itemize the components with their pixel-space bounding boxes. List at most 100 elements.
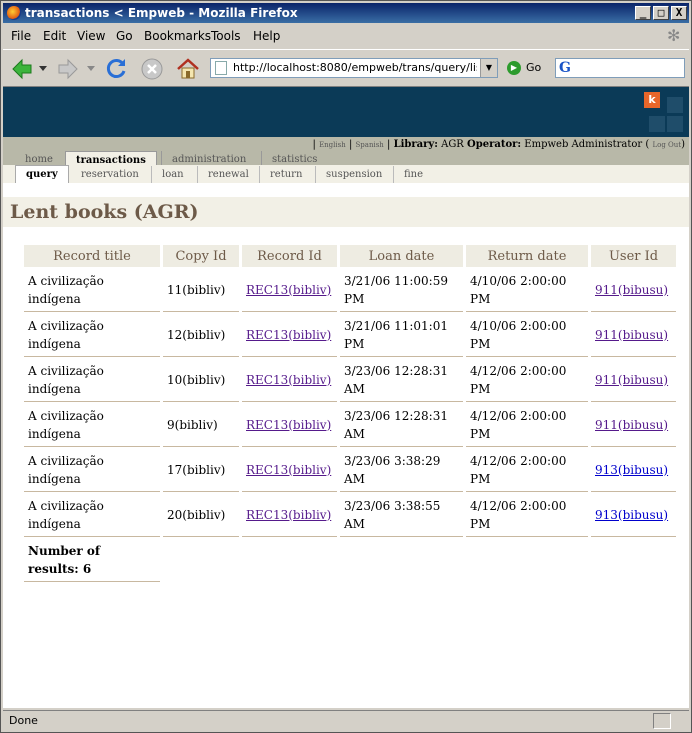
close-button[interactable]: X — [671, 6, 687, 20]
back-dropdown-icon[interactable] — [39, 66, 47, 72]
user-id-link[interactable]: 911(bibusu) — [595, 328, 668, 342]
menu-tools[interactable]: Tools — [211, 25, 241, 47]
cell-user-id: 911(bibusu) — [591, 403, 676, 447]
page-title: Lent books (AGR) — [3, 197, 689, 227]
cell-record-id: REC13(bibliv) — [242, 448, 337, 492]
home-icon[interactable] — [175, 56, 201, 82]
record-id-link[interactable]: REC13(bibliv) — [246, 508, 331, 522]
cell-loan-date: 3/23/06 3:38:55 AM — [340, 493, 463, 537]
logo-square — [649, 116, 665, 132]
menu-bar: File Edit View Go Bookmarks Tools Help — [3, 25, 689, 47]
library-label: Library: — [393, 139, 438, 150]
cell-copy-id: 11(bibliv) — [163, 268, 239, 312]
user-id-link[interactable]: 911(bibusu) — [595, 418, 668, 432]
cell-return-date: 4/10/06 2:00:00 PM — [466, 268, 588, 312]
back-icon[interactable] — [9, 56, 35, 82]
cell-copy-id: 17(bibliv) — [163, 448, 239, 492]
cell-record-id: REC13(bibliv) — [242, 403, 337, 447]
record-id-link[interactable]: REC13(bibliv) — [246, 283, 331, 297]
url-text[interactable]: http://localhost:8080/empweb/trans/query… — [233, 59, 477, 77]
google-icon[interactable]: G — [559, 60, 571, 76]
col-record-id: Record Id — [242, 245, 337, 267]
forward-dropdown-icon[interactable] — [87, 66, 95, 72]
cell-record-id: REC13(bibliv) — [242, 493, 337, 537]
user-id-link[interactable]: 911(bibusu) — [595, 283, 668, 297]
subtab-suspension[interactable]: suspension — [315, 166, 392, 183]
search-box[interactable]: G — [555, 58, 685, 78]
user-id-link[interactable]: 913(bibusu) — [595, 508, 668, 522]
reload-icon[interactable] — [103, 56, 129, 82]
cell-user-id: 913(bibusu) — [591, 448, 676, 492]
subtab-query[interactable]: query — [15, 165, 69, 183]
menu-file[interactable]: File — [11, 25, 31, 47]
navigation-toolbar: http://localhost:8080/empweb/trans/query… — [3, 49, 689, 87]
cell-loan-date: 3/23/06 12:28:31 AM — [340, 403, 463, 447]
forward-icon[interactable] — [55, 56, 81, 82]
cell-loan-date: 3/23/06 12:28:31 AM — [340, 358, 463, 402]
cell-return-date: 4/12/06 2:00:00 PM — [466, 358, 588, 402]
table-row: A civilização indígena 9(bibliv) REC13(bi… — [24, 403, 676, 447]
menu-bookmarks[interactable]: Bookmarks — [144, 25, 211, 47]
menu-edit[interactable]: Edit — [43, 25, 66, 47]
cell-copy-id: 10(bibliv) — [163, 358, 239, 402]
page-icon — [215, 61, 227, 75]
cell-user-id: 911(bibusu) — [591, 268, 676, 312]
record-id-link[interactable]: REC13(bibliv) — [246, 328, 331, 342]
subtab-loan[interactable]: loan — [151, 166, 194, 183]
logout-close: ) — [681, 139, 685, 150]
cell-record-id: REC13(bibliv) — [242, 313, 337, 357]
subtab-renewal[interactable]: renewal — [197, 166, 259, 183]
go-button[interactable]: ▶ Go — [507, 58, 541, 78]
logo-square — [667, 116, 683, 132]
results-count: Number of results: 6 — [24, 538, 160, 582]
menu-go[interactable]: Go — [116, 25, 133, 47]
results-count-row: Number of results: 6 — [24, 538, 676, 582]
record-id-link[interactable]: REC13(bibliv) — [246, 463, 331, 477]
logout-link[interactable]: Log Out — [652, 141, 681, 149]
user-info: | English | Spanish | Library: AGR Opera… — [312, 139, 686, 150]
page-viewport: k | English | Spanish | Library: AGR Ope… — [3, 87, 689, 708]
record-id-link[interactable]: REC13(bibliv) — [246, 418, 331, 432]
cell-copy-id: 12(bibliv) — [163, 313, 239, 357]
firefox-icon — [7, 6, 21, 20]
subtab-return[interactable]: return — [259, 166, 312, 183]
minimize-button[interactable]: _ — [635, 6, 651, 20]
subtab-reservation[interactable]: reservation — [71, 166, 149, 183]
cell-loan-date: 3/21/06 11:00:59 PM — [340, 268, 463, 312]
logo-square — [667, 97, 683, 113]
cell-return-date: 4/12/06 2:00:00 PM — [466, 403, 588, 447]
address-bar[interactable]: http://localhost:8080/empweb/trans/query… — [210, 58, 498, 78]
user-id-link[interactable]: 913(bibusu) — [595, 463, 668, 477]
lang-spanish[interactable]: Spanish — [356, 141, 384, 149]
table-row: A civilização indígena 12(bibliv) REC13(b… — [24, 313, 676, 357]
cell-user-id: 911(bibusu) — [591, 313, 676, 357]
cell-record-title: A civilização indígena — [24, 448, 160, 492]
cell-return-date: 4/12/06 2:00:00 PM — [466, 493, 588, 537]
status-panel — [653, 713, 671, 729]
empweb-logo: k — [644, 92, 660, 108]
cell-record-title: A civilização indígena — [24, 313, 160, 357]
user-id-link[interactable]: 911(bibusu) — [595, 373, 668, 387]
results-table: Record title Copy Id Record Id Loan date… — [21, 244, 679, 583]
table-row: A civilização indígena 10(bibliv) REC13(b… — [24, 358, 676, 402]
record-id-link[interactable]: REC13(bibliv) — [246, 373, 331, 387]
title-bar: transactions < Empweb - Mozilla Firefox … — [3, 3, 689, 23]
url-dropdown-icon[interactable]: ▼ — [480, 59, 497, 77]
cell-record-title: A civilização indígena — [24, 358, 160, 402]
cell-return-date: 4/12/06 2:00:00 PM — [466, 448, 588, 492]
stop-icon[interactable] — [139, 56, 165, 82]
table-row: A civilização indígena 20(bibliv) REC13(b… — [24, 493, 676, 537]
maximize-button[interactable]: □ — [653, 6, 669, 20]
subtab-fine[interactable]: fine — [393, 166, 433, 183]
col-user-id: User Id — [591, 245, 676, 267]
go-icon: ▶ — [507, 61, 521, 75]
lang-english[interactable]: English — [319, 141, 346, 149]
window-title: transactions < Empweb - Mozilla Firefox — [25, 6, 298, 20]
operator-label: Operator: — [467, 139, 522, 150]
table-row: A civilização indígena 11(bibliv) REC13(b… — [24, 268, 676, 312]
cell-record-id: REC13(bibliv) — [242, 268, 337, 312]
menu-view[interactable]: View — [77, 25, 105, 47]
sub-tabs: query reservation loan renewal return su… — [3, 165, 689, 183]
app-header: k — [3, 87, 689, 137]
menu-help[interactable]: Help — [253, 25, 280, 47]
